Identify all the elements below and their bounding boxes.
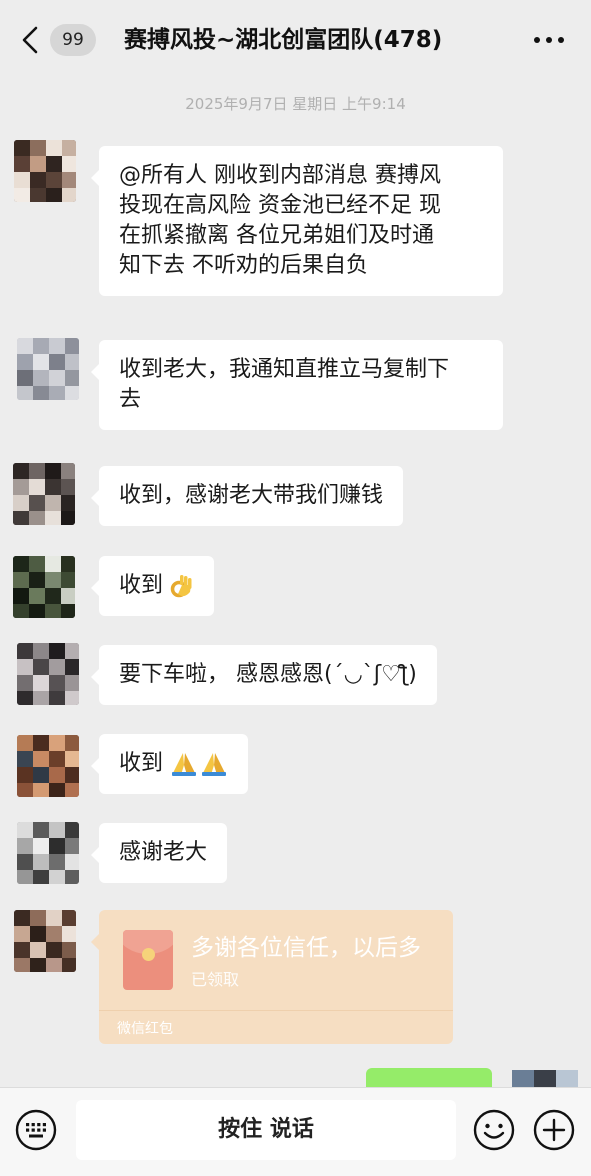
message-bubble[interactable]: @所有人 刚收到内部消息 赛搏风 投现在高风险 资金池已经不足 现 在抓紧撤离 … — [91, 146, 503, 296]
avatar[interactable] — [17, 338, 79, 400]
own-avatar[interactable] — [512, 1070, 578, 1088]
hold-to-talk-button[interactable]: 按住 说话 — [76, 1100, 456, 1160]
message-text: 收到，感谢老大带我们赚钱 — [119, 483, 384, 508]
message-line: @所有人 刚收到内部消息 赛搏风 — [119, 163, 441, 188]
message-timestamp: 2025年9月7日 星期日 上午9:14 — [185, 95, 406, 113]
message-text: 感谢老大 — [119, 840, 208, 865]
avatar[interactable] — [14, 910, 76, 972]
message-text: 要下车啦， 感恩感恩(´◡`ʃ♡ƪ) — [119, 662, 417, 687]
chat-title: 赛搏风投~湖北创富团队(478) — [124, 27, 443, 53]
ok-hand-icon — [170, 575, 192, 598]
message-bubble[interactable]: 收到 — [90, 556, 215, 616]
message-line: 知下去 不听劝的后果自负 — [119, 253, 368, 278]
message-bubble[interactable]: 要下车啦， 感恩感恩(´◡`ʃ♡ƪ) — [91, 645, 437, 705]
message-line: 去 — [119, 387, 142, 412]
own-message-bubble[interactable] — [366, 1068, 492, 1088]
avatar[interactable] — [14, 140, 76, 202]
chat-header: 99 赛搏风投~湖北创富团队(478) — [0, 0, 591, 80]
unread-count-badge[interactable]: 99 — [50, 24, 96, 56]
message-line: 收到老大，我通知直推立马复制下 — [119, 357, 450, 382]
message-text: 收到 — [119, 573, 164, 598]
message-bubble[interactable]: 感谢老大 — [90, 823, 228, 883]
message-text: 收到 — [119, 751, 164, 776]
red-packet-footer-label: 微信红包 — [117, 1021, 173, 1037]
message-bubble[interactable]: 收到老大，我通知直推立马复制下 去 — [91, 340, 503, 430]
message-bubble[interactable]: 收到，感谢老大带我们赚钱 — [90, 466, 404, 526]
emoji-icon[interactable] — [472, 1108, 516, 1152]
back-arrow-icon[interactable] — [16, 22, 46, 58]
folded-hands-icon — [172, 753, 227, 776]
avatar[interactable] — [17, 735, 79, 797]
input-bar: 按住 说话 — [0, 1087, 591, 1176]
avatar[interactable] — [17, 822, 79, 884]
message-bubble[interactable]: 收到 — [90, 734, 249, 794]
avatar[interactable] — [13, 556, 75, 618]
red-envelope-icon — [123, 930, 173, 990]
avatar[interactable] — [17, 643, 79, 705]
red-packet-card[interactable]: 多谢各位信任，以后多 已领取 微信红包 — [91, 910, 453, 1044]
message-line: 在抓紧撤离 各位兄弟姐们及时通 — [119, 223, 434, 248]
keyboard-icon[interactable] — [14, 1108, 58, 1152]
red-packet-footer: 微信红包 — [99, 1010, 453, 1044]
avatar[interactable] — [13, 463, 75, 525]
red-packet-title: 多谢各位信任，以后多 — [191, 935, 421, 961]
plus-icon[interactable] — [532, 1108, 576, 1152]
more-options-icon[interactable] — [531, 30, 567, 50]
message-line: 投现在高风险 资金池已经不足 现 — [119, 193, 441, 218]
red-packet-status: 已领取 — [191, 970, 240, 989]
